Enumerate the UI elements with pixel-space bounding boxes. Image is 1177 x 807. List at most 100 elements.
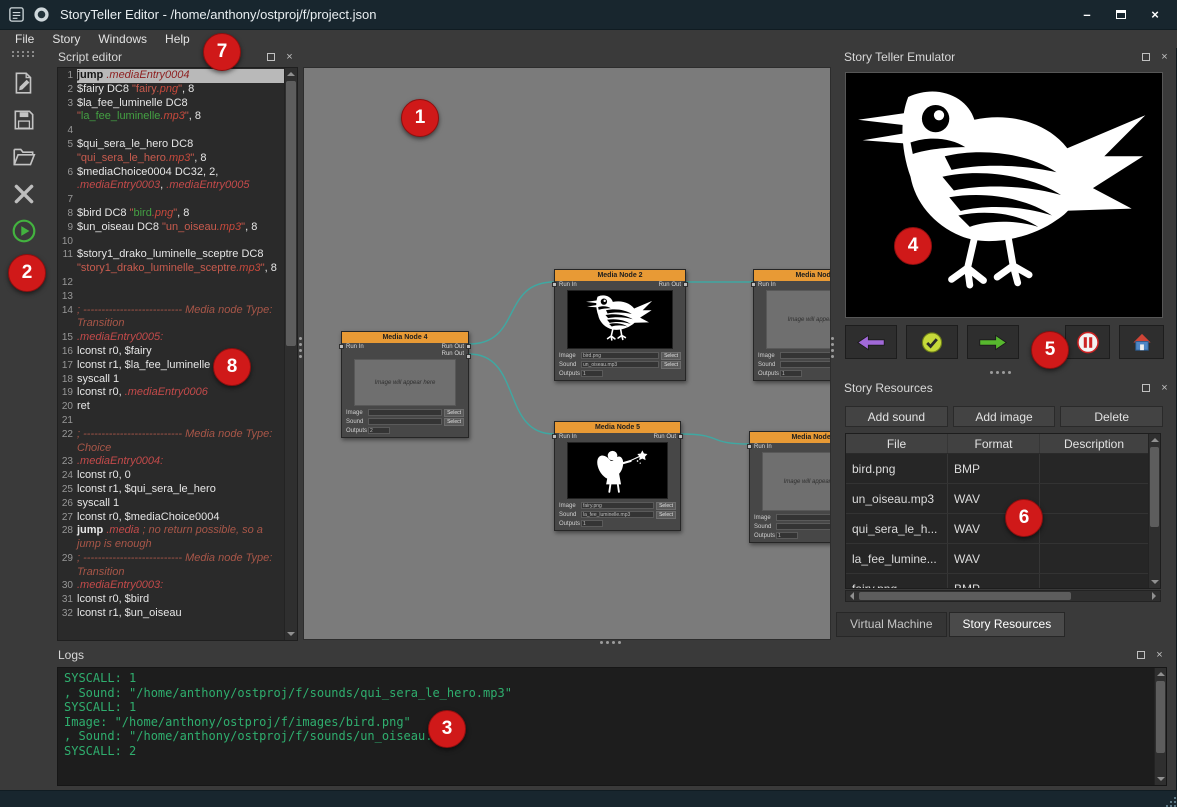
port-in-label: Run In <box>754 444 772 451</box>
table-row[interactable]: qui_sera_le_h...WAV <box>846 514 1160 544</box>
delete-button[interactable]: Delete <box>1060 406 1163 427</box>
script-editor-scrollbar[interactable] <box>284 68 297 640</box>
table-row[interactable]: la_fee_lumine...WAV <box>846 544 1160 574</box>
annotation-badge-7: 7 <box>203 33 241 71</box>
node-sound-select-button[interactable]: Select <box>656 511 676 519</box>
table-row[interactable]: fairy.pngBMP <box>846 574 1160 589</box>
media-node-title[interactable]: Media Node 3 <box>754 270 831 281</box>
input-port[interactable] <box>552 434 557 439</box>
media-node-title[interactable]: Media Node 2 <box>555 270 685 281</box>
media-node[interactable]: Media Node 3Run InRun OutImage will appe… <box>753 269 831 381</box>
close-panel-button[interactable]: × <box>283 51 296 64</box>
node-outputs-value[interactable]: 1 <box>581 520 603 527</box>
close-project-button[interactable] <box>6 178 42 210</box>
resize-grip[interactable] <box>1170 801 1172 803</box>
table-horizontal-scrollbar[interactable] <box>845 590 1161 602</box>
toolbar-drag-handle[interactable] <box>12 51 36 57</box>
scrollbar-thumb[interactable] <box>1156 681 1165 753</box>
line-number: 2 <box>58 83 77 97</box>
emulator-previous-button[interactable] <box>845 325 897 359</box>
media-node[interactable]: Media Node 6Run InRun OutImage will appe… <box>749 431 831 543</box>
logs-scrollbar[interactable] <box>1154 668 1166 785</box>
node-graph-canvas[interactable]: Media Node 4Run InRun OutRun OutImage wi… <box>303 67 831 640</box>
splitter-handle[interactable] <box>299 337 302 359</box>
output-port[interactable] <box>678 434 683 439</box>
media-node[interactable]: Media Node 2Run InRun OutImagebird.pngSe… <box>554 269 686 381</box>
input-port[interactable] <box>339 344 344 349</box>
open-project-button[interactable] <box>6 141 42 173</box>
scroll-up-arrow[interactable] <box>1155 668 1166 680</box>
scroll-down-arrow[interactable] <box>1149 576 1160 588</box>
node-outputs-value[interactable]: 1 <box>780 370 802 377</box>
splitter-handle[interactable] <box>600 641 622 644</box>
run-story-button[interactable] <box>6 215 42 247</box>
float-panel-button[interactable] <box>1139 51 1152 64</box>
table-vertical-scrollbar[interactable] <box>1148 434 1160 588</box>
minimize-button[interactable]: – <box>1075 6 1099 24</box>
splitter-handle[interactable] <box>831 337 834 359</box>
scroll-down-arrow[interactable] <box>1155 773 1166 785</box>
menu-windows[interactable]: Windows <box>89 32 156 46</box>
close-panel-button[interactable]: × <box>1158 382 1171 395</box>
maximize-button[interactable] <box>1109 6 1133 24</box>
input-port[interactable] <box>751 282 756 287</box>
emulator-validate-button[interactable] <box>906 325 958 359</box>
scrollbar-thumb[interactable] <box>286 81 296 346</box>
node-sound-select-button[interactable]: Select <box>444 418 464 426</box>
panel-title-label: Story Resources <box>844 381 933 395</box>
code-area[interactable]: 1jump .mediaEntry00042$fairy DC8 "fairy.… <box>58 68 284 640</box>
tab-virtual-machine[interactable]: Virtual Machine <box>836 612 947 637</box>
add-sound-button[interactable]: Add sound <box>845 406 948 427</box>
emulator-pause-button[interactable] <box>1065 325 1110 359</box>
tab-story-resources[interactable]: Story Resources <box>949 612 1066 637</box>
line-number: 18 <box>58 373 77 387</box>
splitter-handle[interactable] <box>990 371 1012 374</box>
float-panel-button[interactable] <box>264 51 277 64</box>
node-sound-select-button[interactable]: Select <box>661 361 681 369</box>
scrollbar-thumb[interactable] <box>859 592 1071 600</box>
logs-output[interactable]: SYSCALL: 1, Sound: "/home/anthony/ostpro… <box>57 667 1167 786</box>
input-port[interactable] <box>552 282 557 287</box>
node-outputs-value[interactable]: 1 <box>581 370 603 377</box>
node-outputs-value[interactable]: 1 <box>776 532 798 539</box>
close-button[interactable]: × <box>1143 6 1167 24</box>
node-outputs-value[interactable]: 2 <box>368 427 390 434</box>
emulator-home-button[interactable] <box>1119 325 1164 359</box>
input-port[interactable] <box>747 444 752 449</box>
scroll-up-arrow[interactable] <box>1149 434 1160 446</box>
new-script-button[interactable] <box>6 67 42 99</box>
add-image-button[interactable]: Add image <box>953 406 1056 427</box>
float-panel-button[interactable] <box>1139 382 1152 395</box>
float-panel-button[interactable] <box>1134 649 1147 662</box>
save-button[interactable] <box>6 104 42 136</box>
output-port[interactable] <box>466 344 471 349</box>
scrollbar-thumb[interactable] <box>1150 447 1159 527</box>
media-node-title[interactable]: Media Node 5 <box>555 422 680 433</box>
close-panel-button[interactable]: × <box>1158 51 1171 64</box>
output-port[interactable] <box>466 354 471 359</box>
media-node-title[interactable]: Media Node 4 <box>342 332 468 343</box>
table-row[interactable]: bird.pngBMP <box>846 454 1160 484</box>
node-image-select-button[interactable]: Select <box>661 352 681 360</box>
column-header-format[interactable]: Format <box>948 434 1040 453</box>
menu-help[interactable]: Help <box>156 32 199 46</box>
scroll-right-arrow[interactable] <box>1148 591 1160 601</box>
column-header-description[interactable]: Description <box>1040 434 1148 453</box>
output-port[interactable] <box>683 282 688 287</box>
node-image-select-button[interactable]: Select <box>656 502 676 510</box>
media-node[interactable]: Media Node 4Run InRun OutRun OutImage wi… <box>341 331 469 438</box>
close-panel-button[interactable]: × <box>1153 649 1166 662</box>
table-row[interactable]: un_oiseau.mp3WAV <box>846 484 1160 514</box>
annotation-badge-5: 5 <box>1031 331 1069 369</box>
scroll-left-arrow[interactable] <box>846 591 858 601</box>
script-editor[interactable]: 1jump .mediaEntry00042$fairy DC8 "fairy.… <box>57 67 298 641</box>
node-image-select-button[interactable]: Select <box>444 409 464 417</box>
menu-story[interactable]: Story <box>43 32 89 46</box>
scroll-up-arrow[interactable] <box>285 68 297 80</box>
menu-file[interactable]: File <box>6 32 43 46</box>
column-header-file[interactable]: File <box>846 434 948 453</box>
media-node-title[interactable]: Media Node 6 <box>750 432 831 443</box>
media-node[interactable]: Media Node 5Run InRun OutImagefairy.pngS… <box>554 421 681 531</box>
scroll-down-arrow[interactable] <box>285 628 297 640</box>
emulator-next-button[interactable] <box>967 325 1019 359</box>
